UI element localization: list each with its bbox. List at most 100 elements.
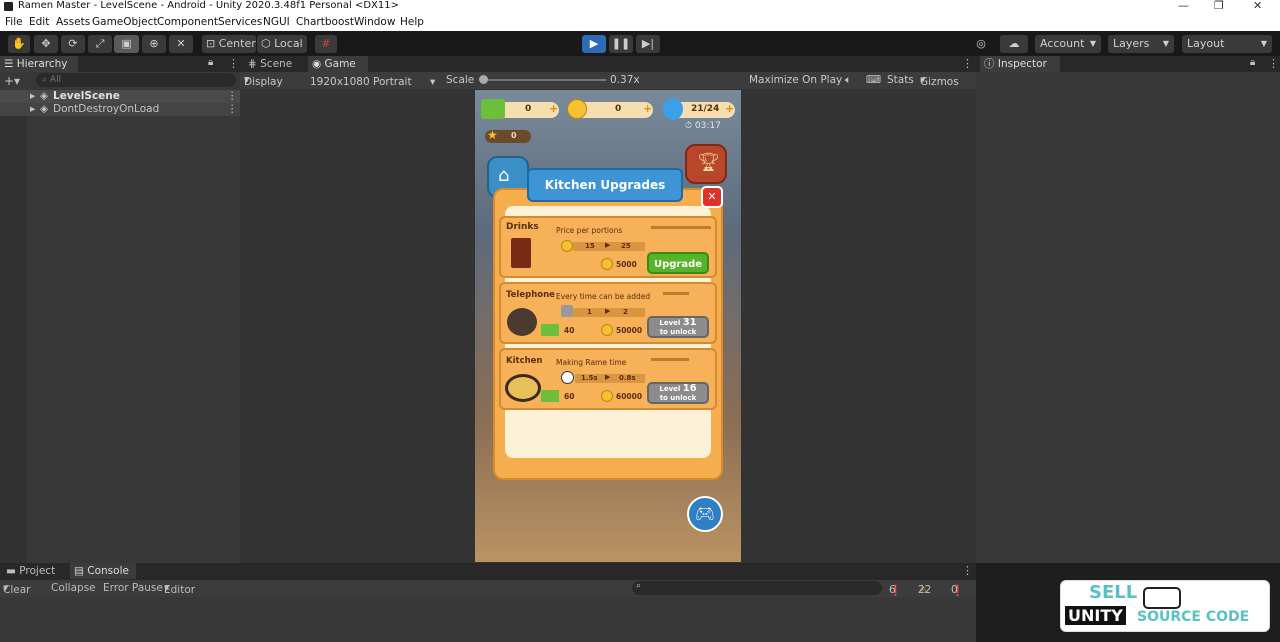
add-energy-icon[interactable]: + — [725, 102, 734, 115]
cash-icon — [481, 99, 505, 119]
scale-slider-handle[interactable] — [479, 75, 488, 84]
tab-console[interactable]: ▤ Console — [70, 563, 136, 579]
game-view-toolbar: Display 1 ▾ 1920x1080 Portrait ▾ Scale 0.… — [240, 72, 976, 100]
console-search-input[interactable]: ⌕ — [632, 581, 882, 595]
hand-tool-icon[interactable]: ✋ — [8, 35, 30, 53]
account-dropdown[interactable]: Account ▼ — [1035, 35, 1101, 53]
inspector-tab-label: Inspector — [997, 58, 1047, 70]
menu-chartboost[interactable]: Chartboost — [296, 16, 354, 28]
step-button[interactable]: ▶| — [636, 35, 660, 53]
hierarchy-search-input[interactable]: ⌕ All — [36, 73, 236, 87]
shop-icon: ⌂ — [498, 165, 510, 186]
editor-dropdown[interactable]: Editor ▾ — [164, 582, 195, 596]
locked-button[interactable]: Level 31 to unlock — [647, 316, 709, 338]
error-count-value: 0 — [951, 584, 958, 596]
pivot-local-button[interactable]: ⬡ Local — [257, 35, 307, 53]
expand-arrow-icon[interactable]: ▸ — [30, 90, 35, 103]
gizmos-dropdown[interactable]: Gizmos ▾ — [920, 74, 959, 88]
minimize-icon[interactable]: — — [1178, 0, 1189, 11]
more-icon[interactable]: ⋮ — [962, 564, 973, 577]
value-to: 0.8s — [619, 374, 636, 382]
move-tool-icon[interactable]: ✥ — [34, 35, 58, 53]
drink-icon — [511, 238, 531, 268]
expand-arrow-icon[interactable]: ▸ — [30, 103, 35, 116]
trophy-button[interactable]: 🏆︎ — [685, 144, 727, 184]
gamepad-button[interactable]: 🎮︎ — [687, 496, 723, 532]
menu-services[interactable]: Services — [218, 16, 262, 28]
more-icon[interactable]: ⋮ — [227, 90, 238, 103]
add-coins-icon[interactable]: + — [643, 102, 652, 115]
upgrade-button[interactable]: Upgrade — [647, 252, 709, 274]
snap-grid-icon[interactable]: # — [315, 35, 337, 53]
upgrade-desc: Price per portions — [556, 226, 623, 235]
lock-sub: to unlock — [659, 328, 697, 336]
lock-icon[interactable]: 🔒︎ — [208, 57, 213, 68]
cash-icon — [541, 324, 559, 336]
tab-hierarchy[interactable]: ☰ Hierarchy — [0, 56, 78, 72]
add-cash-icon[interactable]: + — [549, 102, 558, 115]
menu-file[interactable]: File — [5, 16, 23, 28]
restore-icon[interactable]: ❐ — [1214, 0, 1224, 11]
locked-button[interactable]: Level 16 to unlock — [647, 382, 709, 404]
layout-dropdown[interactable]: Layout ▼ — [1182, 35, 1272, 53]
menu-edit[interactable]: Edit — [29, 16, 49, 28]
value-to: 2 — [623, 308, 628, 316]
clear-dropdown[interactable]: Clear ▾ — [3, 582, 30, 596]
more-icon[interactable]: ⋮ — [1268, 57, 1279, 70]
tab-scene[interactable]: ⋕ Scene — [244, 56, 308, 72]
hierarchy-row-levelscene[interactable]: ▸ ◈ LevelScene ⋮ — [0, 90, 240, 103]
tab-game[interactable]: ◉ Game — [308, 56, 368, 72]
scale-slider[interactable] — [480, 79, 606, 81]
hierarchy-row-dontdestroy[interactable]: ▸ ◈ DontDestroyOnLoad ⋮ — [0, 103, 240, 116]
tab-project[interactable]: ▬ Project — [2, 563, 68, 579]
rotate-tool-icon[interactable]: ⟳ — [61, 35, 85, 53]
add-icon[interactable]: +▾ — [4, 74, 20, 88]
lock-label: Level — [659, 319, 681, 327]
menu-component[interactable]: Component — [157, 16, 218, 28]
energy-timer: ⏱ 03:17 — [685, 121, 721, 131]
inspector-panel: ⓘ Inspector 🔒︎ ⋮ — [976, 56, 1280, 563]
hierarchy-tab-label: Hierarchy — [16, 58, 68, 70]
more-icon[interactable]: ⋮ — [228, 57, 239, 70]
keyboard-icon[interactable]: ⌨ — [866, 74, 881, 86]
tab-inspector[interactable]: ⓘ Inspector — [980, 56, 1060, 72]
close-window-icon[interactable]: ✕ — [1253, 0, 1262, 11]
play-button[interactable]: ▶ — [582, 35, 606, 53]
collapse-toggle[interactable]: Collapse — [51, 582, 96, 594]
mute-audio-icon[interactable]: 🔈︎ — [845, 74, 851, 87]
arrow-right-icon: ▶ — [605, 241, 611, 249]
display-dropdown[interactable]: Display 1 ▾ — [244, 74, 283, 100]
layers-dropdown[interactable]: Layers ▼ — [1108, 35, 1174, 53]
pause-button[interactable]: ❚❚ — [609, 35, 633, 53]
collab-icon[interactable]: ◎ — [969, 35, 993, 53]
layout-label: Layout — [1187, 37, 1225, 50]
rect-tool-icon[interactable]: ▣ — [114, 35, 139, 53]
upgrade-cash-cost: 40 — [564, 326, 575, 335]
scale-tool-icon[interactable]: ⤢ — [88, 35, 112, 53]
menu-gameobject[interactable]: GameObject — [92, 16, 157, 28]
stats-toggle[interactable]: Stats — [887, 74, 914, 86]
window-title-bar: Ramen Master - LevelScene - Android - Un… — [0, 0, 1280, 14]
cash-value: 0 — [525, 104, 532, 114]
game-render[interactable]: 0 + 0 + 21/24 + ⏱ 03:17 ★ 0 ⌂ 🏆︎ Kitchen… — [475, 90, 741, 562]
stars-value: 0 — [511, 131, 517, 140]
lock-icon[interactable]: 🔒︎ — [1250, 57, 1255, 68]
menu-assets[interactable]: Assets — [56, 16, 90, 28]
transform-tool-icon[interactable]: ⊕ — [142, 35, 166, 53]
resolution-label: 1920x1080 Portrait — [310, 76, 412, 88]
menu-help[interactable]: Help — [400, 16, 424, 28]
menu-ngui[interactable]: NGUI — [263, 16, 290, 28]
more-icon[interactable]: ⋮ — [962, 57, 973, 70]
menu-window[interactable]: Window — [354, 16, 395, 28]
scene-tab-label: Scene — [260, 58, 293, 70]
close-dialog-button[interactable]: ✕ — [701, 186, 723, 208]
maximize-on-play-toggle[interactable]: Maximize On Play — [749, 74, 842, 86]
pivot-center-button[interactable]: ⊡ Center — [202, 35, 256, 53]
error-pause-toggle[interactable]: Error Pause — [103, 582, 163, 594]
star-icon: ★ — [487, 128, 498, 142]
more-icon[interactable]: ⋮ — [227, 103, 238, 116]
cloud-icon[interactable]: ☁ — [1000, 35, 1028, 53]
chevron-down-icon: ▼ — [1260, 39, 1267, 48]
lock-sub: to unlock — [659, 394, 697, 402]
custom-tool-icon[interactable]: ✕ — [169, 35, 193, 53]
